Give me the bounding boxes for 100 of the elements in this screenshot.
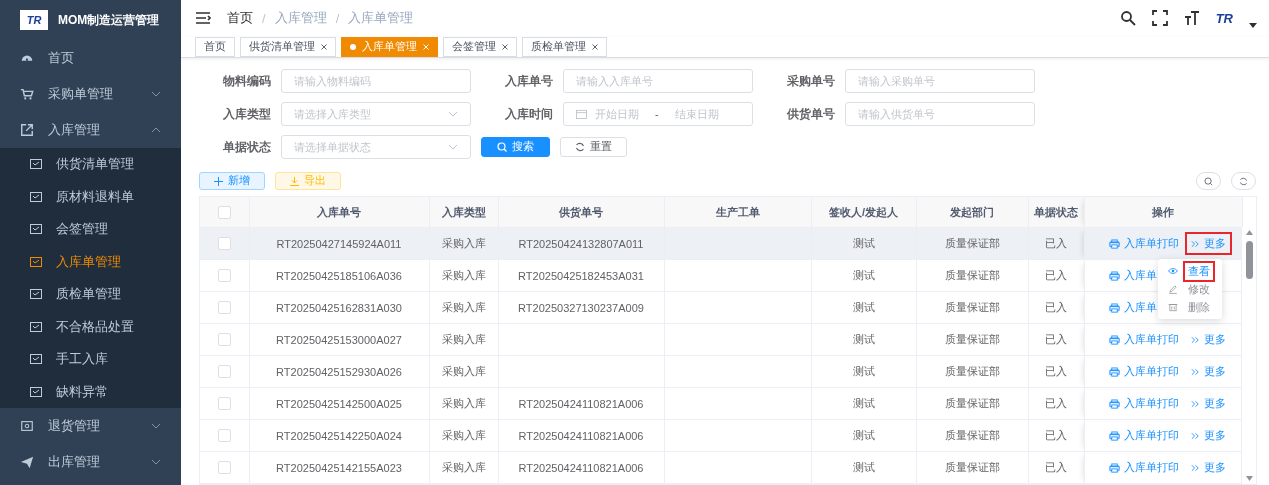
print-link[interactable]: 入库单打印 (1108, 428, 1179, 443)
double-chevron-icon (1190, 238, 1200, 249)
print-link[interactable]: 入库单打印 (1108, 332, 1179, 347)
print-link[interactable]: 入库单打印 (1108, 236, 1179, 251)
close-icon[interactable] (592, 43, 598, 50)
logo: TR (20, 10, 48, 30)
table-cell: 已入 (1045, 333, 1067, 345)
double-chevron-icon (1190, 334, 1200, 345)
caret-icon[interactable] (1249, 22, 1257, 28)
plane-icon (20, 455, 34, 469)
tab[interactable]: 会签管理 (443, 36, 517, 57)
submenu-item[interactable]: 缺料异常 (0, 375, 181, 408)
submenu-item[interactable]: 不合格品处置 (0, 310, 181, 343)
table-cell: 采购入库 (441, 269, 486, 281)
double-chevron-icon (1190, 430, 1200, 441)
checkbox-mail-icon (30, 321, 42, 332)
submenu-item[interactable]: 供货清单管理 (0, 148, 181, 181)
printer-icon (1108, 462, 1120, 473)
row-checkbox[interactable] (217, 429, 231, 443)
close-icon[interactable] (321, 43, 327, 50)
row-checkbox[interactable] (217, 301, 231, 315)
sidebar-item[interactable]: 退货管理 (0, 408, 181, 444)
table-cell: 测试 (852, 365, 875, 377)
field-label: 入库类型 (222, 105, 271, 123)
breadcrumb-item[interactable]: 首页 (227, 9, 253, 28)
submenu-item[interactable]: 入库单管理 (0, 245, 181, 278)
table-cell: 采购入库 (441, 461, 486, 473)
breadcrumb-separator: / (262, 10, 266, 26)
table-cell: 已入 (1045, 429, 1067, 441)
calendar-icon (576, 109, 587, 119)
print-link[interactable]: 入库单打印 (1108, 396, 1179, 411)
scrollbar[interactable] (1241, 227, 1256, 484)
user-avatar-logo[interactable]: TR (1215, 10, 1233, 26)
close-icon[interactable] (502, 43, 508, 50)
sidebar-item[interactable]: 首页 (0, 40, 181, 76)
table-cell: 已入 (1045, 397, 1067, 409)
tab[interactable]: 首页 (195, 36, 235, 57)
table-cell: RT20250425162831A030 (276, 301, 402, 314)
refresh-icon (575, 142, 585, 152)
menu-item[interactable]: 查看 (1158, 262, 1222, 280)
more-link[interactable]: 更多 (1186, 330, 1230, 349)
more-link[interactable]: 更多 (1186, 394, 1230, 413)
row-checkbox[interactable] (217, 461, 231, 475)
printer-icon (1108, 238, 1120, 249)
menu-icon[interactable] (195, 10, 211, 27)
select-all-checkbox[interactable] (217, 205, 231, 219)
row-checkbox[interactable] (217, 237, 231, 251)
table-cell: 测试 (852, 429, 875, 441)
more-link[interactable]: 更多 (1186, 426, 1230, 445)
print-link[interactable]: 入库单 (1108, 300, 1157, 315)
scroll-down-icon[interactable] (1246, 476, 1253, 481)
table-cell: RT20250424110821A006 (518, 461, 644, 474)
sidebar-item[interactable]: 出库管理 (0, 444, 181, 480)
row-checkbox[interactable] (217, 365, 231, 379)
reset-button[interactable]: 重置 (560, 137, 627, 157)
fullscreen-icon[interactable] (1151, 10, 1168, 27)
trash-icon (1168, 302, 1178, 312)
font-size-icon[interactable] (1183, 10, 1200, 27)
submenu-item[interactable]: 手工入库 (0, 343, 181, 376)
table-cell: RT20250424110821A006 (518, 397, 644, 410)
tab[interactable]: 入库单管理 (341, 36, 438, 57)
submenu-item[interactable]: 质检单管理 (0, 278, 181, 311)
row-checkbox[interactable] (217, 333, 231, 347)
print-link[interactable]: 入库单打印 (1108, 460, 1179, 475)
submenu-item[interactable]: 会签管理 (0, 213, 181, 246)
breadcrumb-item[interactable]: 入库管理 (274, 9, 327, 28)
export-icon (20, 123, 34, 137)
more-link[interactable]: 更多 (1186, 362, 1230, 381)
app-title: MOM制造运营管理 (58, 11, 160, 29)
search-toggle-button[interactable] (1196, 172, 1221, 190)
search-icon[interactable] (1119, 10, 1136, 27)
row-checkbox[interactable] (217, 397, 231, 411)
breadcrumb-item: 入库单管理 (348, 9, 414, 28)
column-header: 供货单号 (498, 197, 664, 228)
table-cell: 采购入库 (441, 365, 486, 377)
refresh-button[interactable] (1231, 172, 1256, 190)
column-header: 入库单号 (249, 197, 429, 228)
add-button[interactable]: 新增 (199, 172, 265, 190)
more-link[interactable]: 更多 (1186, 458, 1230, 477)
table-cell: 质量保证部 (944, 237, 1000, 249)
breadcrumb-separator: / (335, 10, 340, 26)
row-checkbox[interactable] (217, 269, 231, 283)
checkbox-mail-icon (30, 159, 42, 170)
tab[interactable]: 供货清单管理 (240, 36, 336, 57)
more-link[interactable]: 更多 (1186, 234, 1230, 253)
submenu-item[interactable]: 原材料退料单 (0, 180, 181, 213)
sidebar-item[interactable]: 采购单管理 (0, 76, 181, 112)
table-cell: 已入 (1045, 269, 1067, 281)
tab[interactable]: 质检单管理 (522, 36, 607, 57)
print-link[interactable]: 入库单 (1108, 268, 1157, 283)
column-header: 入库类型 (429, 197, 498, 228)
table-cell: 质量保证部 (944, 365, 1000, 377)
scrollbar-thumb[interactable] (1246, 241, 1253, 279)
refresh-icon (1239, 176, 1248, 186)
table-cell: RT20250427145924A011 (276, 237, 402, 250)
sidebar-item[interactable]: 入库管理 (0, 112, 181, 148)
print-link[interactable]: 入库单打印 (1108, 364, 1179, 379)
search-button[interactable]: 搜索 (481, 137, 550, 157)
scroll-up-icon[interactable] (1246, 230, 1253, 235)
field-label: 单据状态 (222, 138, 271, 156)
